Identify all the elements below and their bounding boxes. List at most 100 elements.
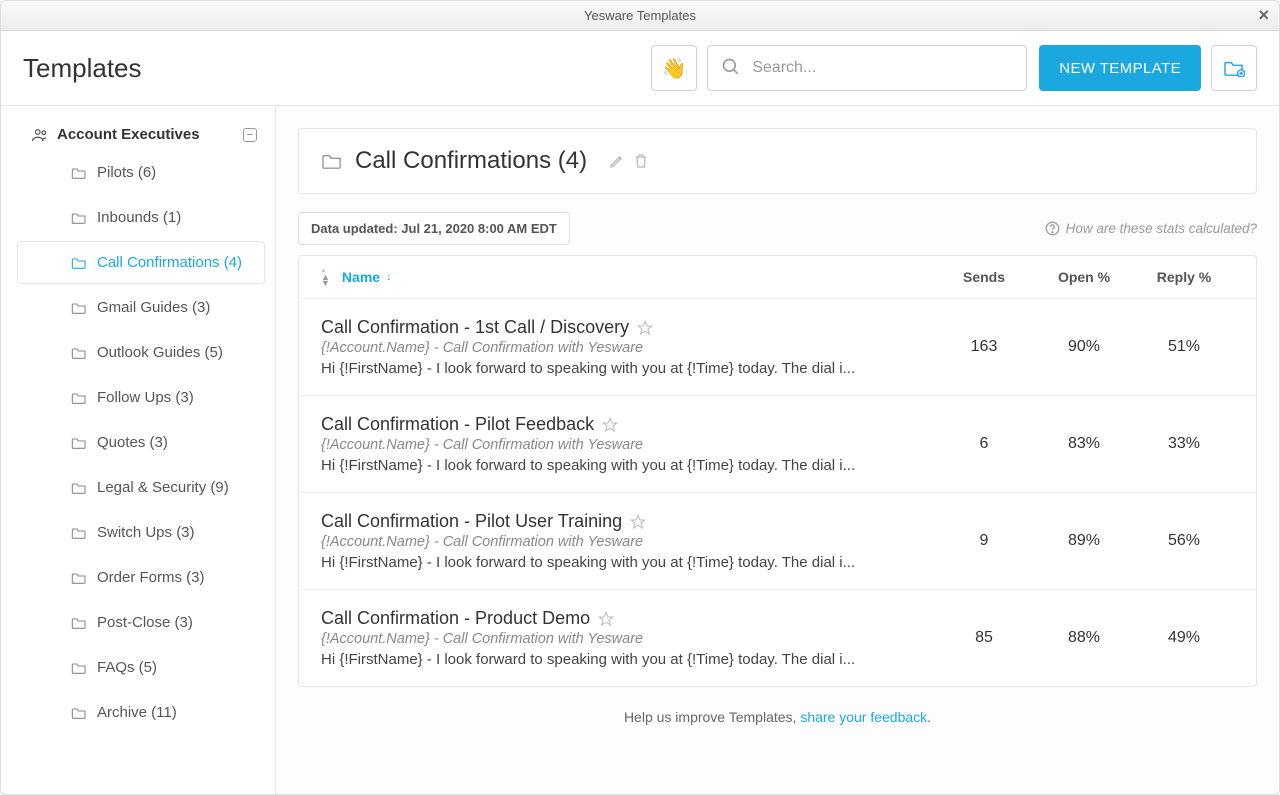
template-preview: Hi {!FirstName} - I look forward to spea… — [321, 554, 918, 571]
delete-icon[interactable] — [633, 152, 649, 170]
wave-hand-icon: 👋 — [662, 56, 687, 81]
star-icon[interactable] — [602, 417, 618, 433]
cell-reply: 49% — [1134, 629, 1234, 647]
folder-header: Call Confirmations (4) — [298, 128, 1257, 194]
column-sends[interactable]: Sends — [934, 269, 1034, 285]
sidebar-folder[interactable]: Pilots (6) — [17, 151, 265, 194]
cell-open: 89% — [1034, 532, 1134, 550]
new-template-button[interactable]: NEW TEMPLATE — [1039, 45, 1201, 91]
cell-sends: 6 — [934, 435, 1034, 453]
sidebar-folder[interactable]: Quotes (3) — [17, 421, 265, 464]
new-folder-button[interactable] — [1211, 45, 1257, 91]
cell-sends: 163 — [934, 338, 1034, 356]
search-icon — [721, 57, 741, 77]
column-open[interactable]: Open % — [1034, 269, 1134, 285]
table-header: ● ▲▼ Name ↓ Sends Open % Reply % — [299, 256, 1256, 299]
sort-asc-icon: ↓ — [386, 271, 392, 283]
stats-info-text: How are these stats calculated? — [1066, 221, 1257, 236]
info-icon — [1045, 221, 1060, 236]
new-folder-icon — [1223, 59, 1245, 77]
cell-sends: 85 — [934, 629, 1034, 647]
folder-icon — [71, 706, 87, 720]
template-name: Call Confirmation - Pilot Feedback — [321, 414, 594, 435]
feedback-link[interactable]: share your feedback — [800, 709, 927, 725]
window-titlebar: Yesware Templates × — [1, 1, 1279, 31]
sidebar: Account Executives − Pilots (6) Inbounds … — [1, 106, 276, 794]
cell-open: 90% — [1034, 338, 1134, 356]
team-icon — [31, 128, 49, 142]
template-subject: {!Account.Name} - Call Confirmation with… — [321, 631, 918, 647]
collapse-icon[interactable]: − — [243, 128, 257, 142]
folder-icon — [71, 391, 87, 405]
template-name: Call Confirmation - 1st Call / Discovery — [321, 317, 629, 338]
folder-label: Gmail Guides (3) — [97, 299, 210, 316]
close-icon[interactable]: × — [1258, 5, 1269, 26]
folder-label: Outlook Guides (5) — [97, 344, 223, 361]
sort-handle-icon[interactable]: ● ▲▼ — [321, 268, 330, 286]
page-title: Templates — [23, 53, 651, 84]
sidebar-folder[interactable]: Call Confirmations (4) — [17, 241, 265, 284]
folder-label: Follow Ups (3) — [97, 389, 194, 406]
folder-label: Quotes (3) — [97, 434, 168, 451]
folder-icon — [71, 526, 87, 540]
sidebar-folder[interactable]: Switch Ups (3) — [17, 511, 265, 554]
star-icon[interactable] — [598, 611, 614, 627]
star-icon[interactable] — [637, 320, 653, 336]
cell-reply: 51% — [1134, 338, 1234, 356]
cell-reply: 56% — [1134, 532, 1234, 550]
folder-label: FAQs (5) — [97, 659, 157, 676]
sidebar-folder[interactable]: Inbounds (1) — [17, 196, 265, 239]
template-name: Call Confirmation - Product Demo — [321, 608, 590, 629]
column-name[interactable]: Name ↓ — [342, 269, 934, 285]
team-label: Account Executives — [57, 126, 243, 143]
folder-icon — [321, 152, 343, 170]
sidebar-folder[interactable]: Legal & Security (9) — [17, 466, 265, 509]
team-header[interactable]: Account Executives − — [1, 120, 275, 149]
main-content: Call Confirmations (4) Data updated: Jul… — [276, 106, 1279, 794]
meta-row: Data updated: Jul 21, 2020 8:00 AM EDT H… — [298, 212, 1257, 245]
star-icon[interactable] — [630, 514, 646, 530]
template-row[interactable]: Call Confirmation - 1st Call / Discovery… — [299, 299, 1256, 396]
sidebar-folder[interactable]: Post-Close (3) — [17, 601, 265, 644]
template-name: Call Confirmation - Pilot User Training — [321, 511, 622, 532]
folder-label: Archive (11) — [97, 704, 177, 721]
folder-icon — [71, 661, 87, 675]
template-preview: Hi {!FirstName} - I look forward to spea… — [321, 457, 918, 474]
folder-label: Switch Ups (3) — [97, 524, 195, 541]
sidebar-folder[interactable]: FAQs (5) — [17, 646, 265, 689]
folder-icon — [71, 346, 87, 360]
template-row[interactable]: Call Confirmation - Pilot Feedback{!Acco… — [299, 396, 1256, 493]
templates-table: ● ▲▼ Name ↓ Sends Open % Reply % Call Co… — [298, 255, 1257, 687]
body: Account Executives − Pilots (6) Inbounds … — [1, 106, 1279, 794]
sidebar-folder[interactable]: Gmail Guides (3) — [17, 286, 265, 329]
folder-title: Call Confirmations (4) — [355, 147, 587, 175]
column-reply[interactable]: Reply % — [1134, 269, 1234, 285]
folder-label: Inbounds (1) — [97, 209, 181, 226]
wave-hand-button[interactable]: 👋 — [651, 45, 697, 91]
cell-open: 83% — [1034, 435, 1134, 453]
search-wrap — [707, 45, 1027, 91]
app-window: Yesware Templates × Templates 👋 NEW TEMP… — [0, 0, 1280, 795]
folder-icon — [71, 256, 87, 270]
cell-reply: 33% — [1134, 435, 1234, 453]
sidebar-folder[interactable]: Follow Ups (3) — [17, 376, 265, 419]
sidebar-folder[interactable]: Order Forms (3) — [17, 556, 265, 599]
edit-icon[interactable] — [609, 153, 625, 169]
folder-icon — [71, 481, 87, 495]
feedback-prefix: Help us improve Templates, — [624, 709, 800, 725]
template-row[interactable]: Call Confirmation - Pilot User Training{… — [299, 493, 1256, 590]
template-preview: Hi {!FirstName} - I look forward to spea… — [321, 360, 918, 377]
stats-info-link[interactable]: How are these stats calculated? — [1045, 221, 1257, 236]
folder-icon — [71, 616, 87, 630]
search-input[interactable] — [707, 45, 1027, 91]
template-row[interactable]: Call Confirmation - Product Demo {!Accoun… — [299, 590, 1256, 686]
sidebar-folder[interactable]: Outlook Guides (5) — [17, 331, 265, 374]
folder-icon — [71, 211, 87, 225]
cell-open: 88% — [1034, 629, 1134, 647]
template-subject: {!Account.Name} - Call Confirmation with… — [321, 340, 918, 356]
template-preview: Hi {!FirstName} - I look forward to spea… — [321, 651, 918, 668]
data-updated-badge: Data updated: Jul 21, 2020 8:00 AM EDT — [298, 212, 570, 245]
sidebar-folder[interactable]: Archive (11) — [17, 691, 265, 734]
folder-label: Pilots (6) — [97, 164, 156, 181]
folder-label: Order Forms (3) — [97, 569, 205, 586]
